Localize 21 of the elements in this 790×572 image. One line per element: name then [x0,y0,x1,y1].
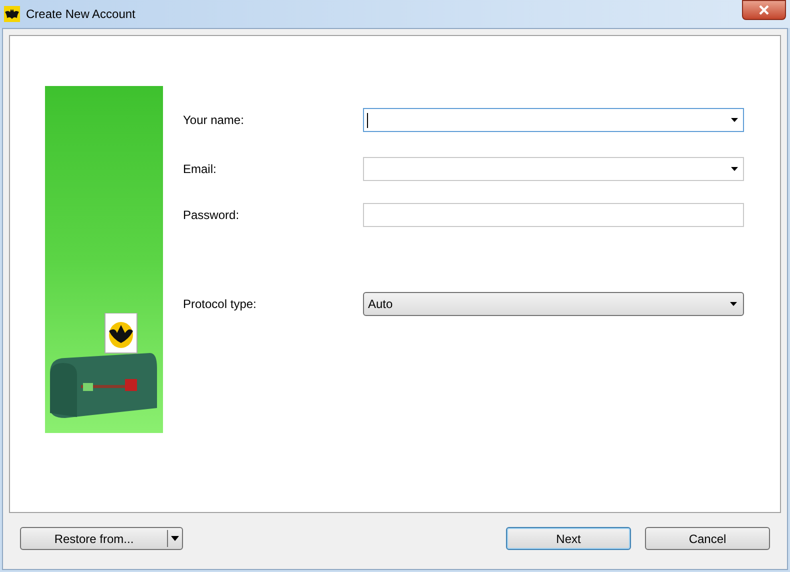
field-label: Password: [183,207,240,224]
restore-split-button[interactable]: Restore from... [20,527,183,550]
field-label: Email: [183,161,218,178]
dropdown-arrow-icon [731,167,738,171]
dropdown-arrow-icon [171,536,179,541]
close-icon [759,5,769,15]
field-label: Your name: [183,112,245,129]
dropdown-arrow-icon [731,118,738,122]
bat-logo-icon [4,6,20,22]
dropdown-value: Auto [368,296,393,313]
window-title: Create New Account [26,6,136,23]
close-button[interactable] [742,0,786,20]
input-field[interactable] [363,203,744,227]
field-label: Protocol type: [183,296,258,313]
dropdown-arrow-icon [730,302,737,306]
combo-box-field[interactable] [363,108,744,132]
combo-box-field[interactable] [363,157,744,181]
cancel-button[interactable]: Cancel [645,527,770,550]
next-button[interactable]: Next [506,527,631,550]
dropdown[interactable]: Auto [363,292,744,316]
text-cursor [367,112,368,128]
